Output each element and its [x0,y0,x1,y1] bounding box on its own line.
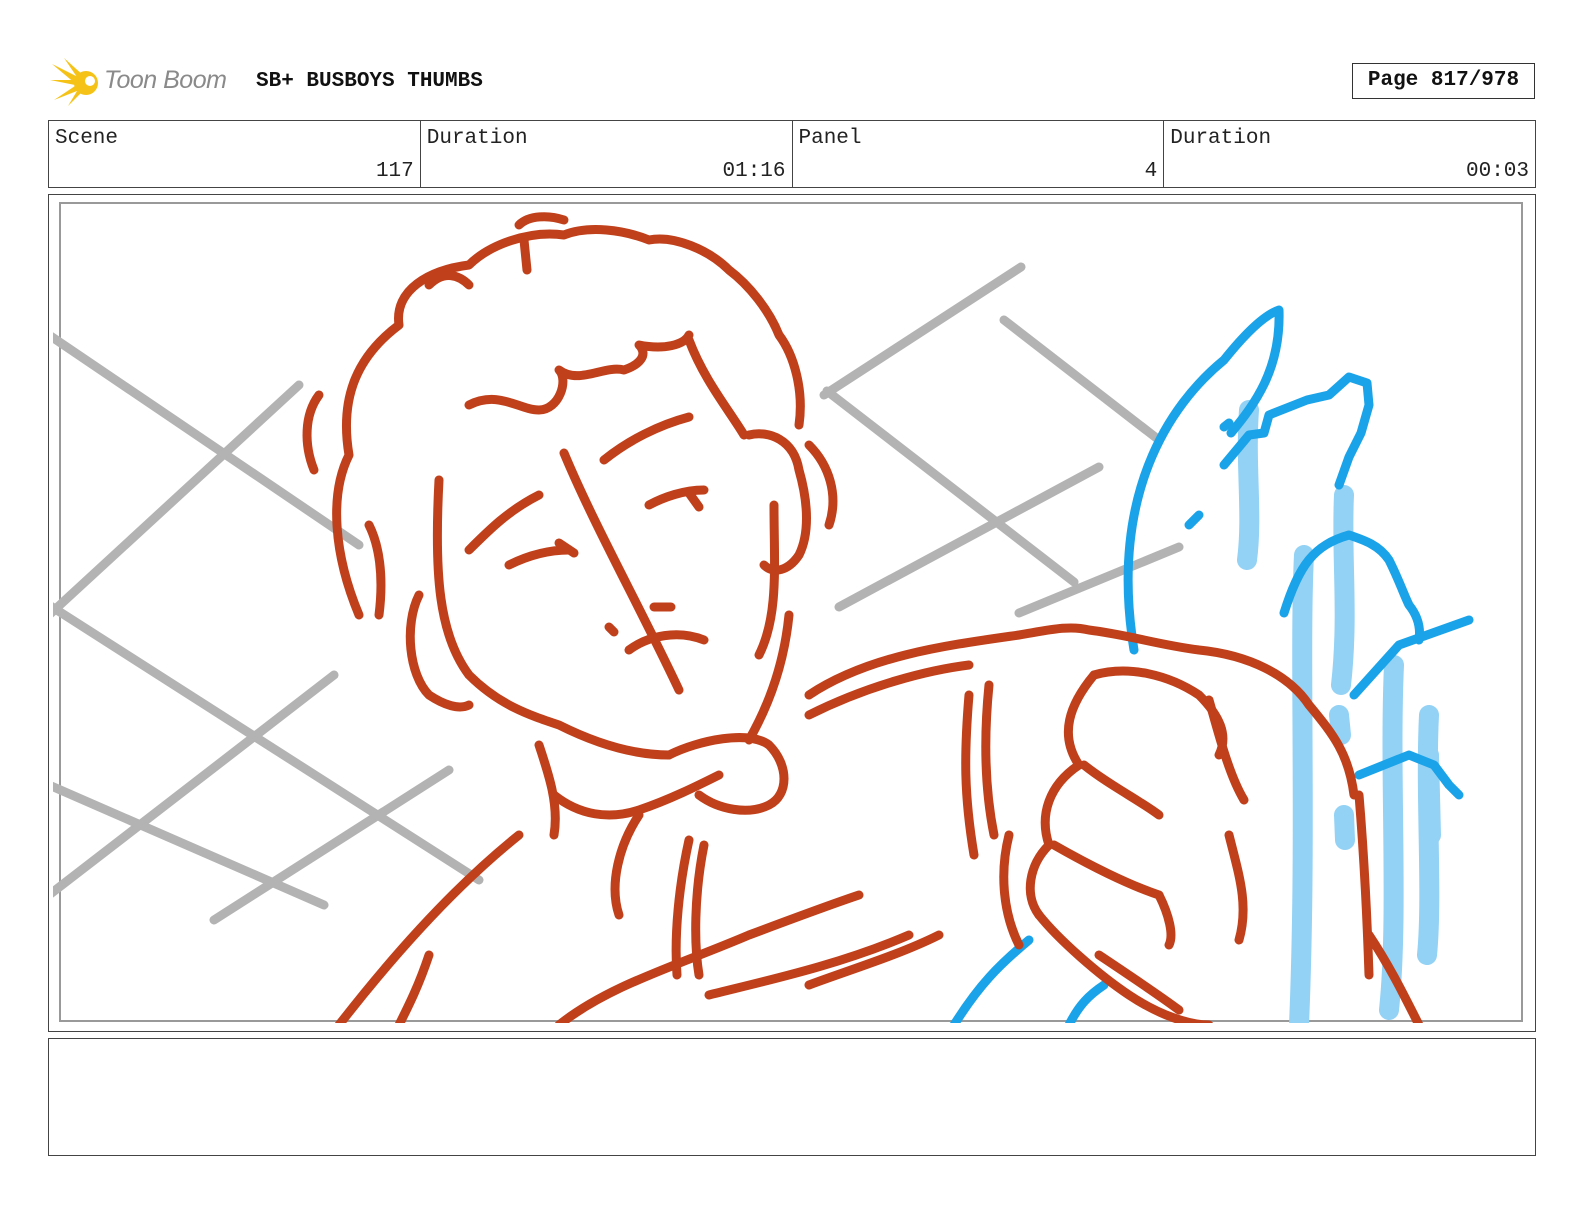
logo-text: Toon Boom [104,66,227,94]
character-sketch [302,212,1424,1023]
storyboard-panel [48,194,1536,1032]
scene-label: Scene [55,127,119,150]
panel-sketch [53,202,1523,1023]
scene-cell: Scene 117 [49,121,421,187]
scene-duration-value: 01:16 [722,160,786,183]
panel-notes-box [48,1038,1536,1156]
panel-cell: Panel 4 [793,121,1165,187]
panel-label: Panel [798,127,862,150]
project-title: SB+ BUSBOYS THUMBS [256,70,483,93]
toon-boom-logo: Toon Boom [50,56,240,108]
starburst-icon [50,58,98,106]
scene-info-table: Scene 117 Duration 01:16 Panel 4 Duratio… [48,120,1536,188]
water-splash-fill [1237,400,1441,1023]
panel-duration-value: 00:03 [1465,160,1529,183]
page-number: Page 817/978 [1352,63,1535,99]
panel-duration-label: Duration [1170,127,1272,150]
panel-duration-cell: Duration 00:03 [1164,121,1535,187]
scene-duration-cell: Duration 01:16 [421,121,793,187]
panel-value: 4 [1144,160,1158,183]
scene-value: 117 [375,160,414,183]
scene-duration-label: Duration [426,127,528,150]
